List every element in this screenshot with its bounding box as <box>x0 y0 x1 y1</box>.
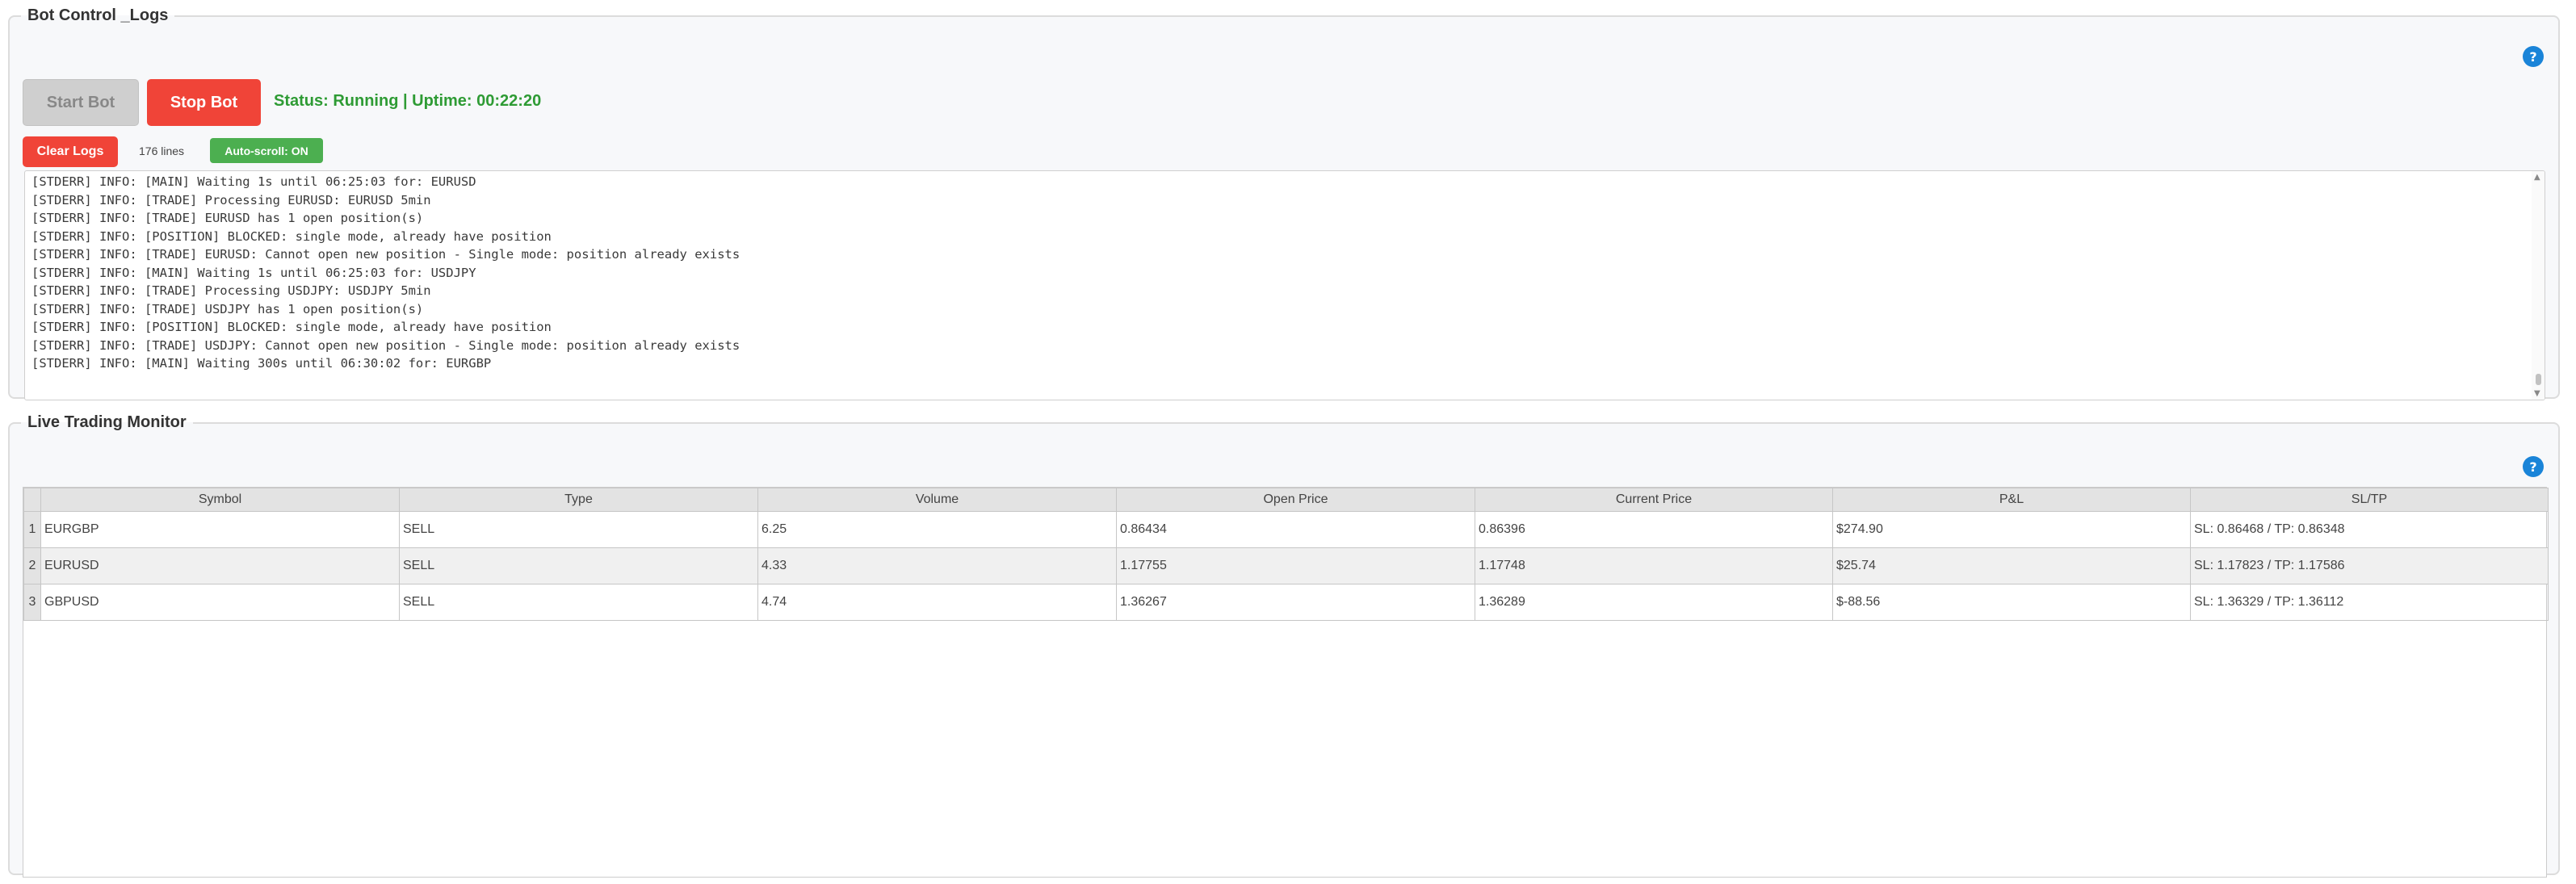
column-header[interactable]: SL/TP <box>2190 488 2549 512</box>
cell-type: SELL <box>399 584 758 621</box>
cell-symbol: EURUSD <box>40 547 400 584</box>
log-line-count: 176 lines <box>139 145 185 157</box>
cell-current: 1.36289 <box>1475 584 1833 621</box>
cell-sltp: SL: 1.36329 / TP: 1.36112 <box>2190 584 2549 621</box>
cell-current: 1.17748 <box>1475 547 1833 584</box>
column-header[interactable]: Current Price <box>1475 488 1833 512</box>
table-row[interactable]: 2 EURUSD SELL 4.33 1.17755 1.17748 $25.74 SL: 1… <box>23 547 2549 584</box>
cell-symbol: GBPUSD <box>40 584 400 621</box>
column-header[interactable]: Open Price <box>1116 488 1475 512</box>
row-index: 1 <box>23 511 41 548</box>
live-trading-monitor-panel: Live Trading Monitor ? Symbol Type Volum… <box>8 413 2560 878</box>
cell-pnl: $274.90 <box>1832 511 2191 548</box>
column-header[interactable]: Volume <box>757 488 1117 512</box>
bot-control-panel: Bot Control _Logs ? Start Bot Stop Bot S… <box>8 6 2560 400</box>
help-icon[interactable]: ? <box>2523 46 2544 67</box>
log-line: [STDERR] INFO: [MAIN] Waiting 300s until… <box>31 356 492 371</box>
log-lines: [STDERR] INFO: [MAIN] Waiting 1s until 0… <box>25 171 2545 373</box>
log-output[interactable]: [STDERR] INFO: [MAIN] Waiting 1s until 0… <box>24 170 2545 400</box>
auto-scroll-toggle[interactable]: Auto-scroll: ON <box>210 138 323 163</box>
cell-pnl: $25.74 <box>1832 547 2191 584</box>
table-row[interactable]: 3 GBPUSD SELL 4.74 1.36267 1.36289 $-88.56 SL: … <box>23 584 2549 621</box>
positions-table: Symbol Type Volume Open Price Current Pr… <box>23 488 2549 621</box>
cell-pnl: $-88.56 <box>1832 584 2191 621</box>
scroll-up-arrow-icon[interactable]: ▲ <box>2534 173 2540 182</box>
positions-table-container: Symbol Type Volume Open Price Current Pr… <box>23 487 2549 878</box>
start-bot-button[interactable]: Start Bot <box>23 79 139 126</box>
row-index: 3 <box>23 584 41 621</box>
cell-type: SELL <box>399 511 758 548</box>
clear-logs-button[interactable]: Clear Logs <box>23 136 118 167</box>
log-line: [STDERR] INFO: [POSITION] BLOCKED: singl… <box>31 228 552 244</box>
column-header[interactable]: Symbol <box>40 488 400 512</box>
row-index: 2 <box>23 547 41 584</box>
table-header-row: Symbol Type Volume Open Price Current Pr… <box>23 488 2549 512</box>
log-line: [STDERR] INFO: [TRADE] EURUSD: Cannot op… <box>31 247 740 262</box>
live-monitor-title: Live Trading Monitor <box>27 413 187 431</box>
cell-volume: 4.74 <box>757 584 1117 621</box>
log-line: [STDERR] INFO: [POSITION] BLOCKED: singl… <box>31 320 552 334</box>
cell-open: 1.17755 <box>1116 547 1475 584</box>
cell-volume: 4.33 <box>757 547 1117 584</box>
cell-volume: 6.25 <box>757 511 1117 548</box>
scroll-down-arrow-icon[interactable]: ▼ <box>2534 389 2540 398</box>
log-line: [STDERR] INFO: [TRADE] EURUSD has 1 open… <box>31 211 424 225</box>
positions-table-body: 1 EURGBP SELL 6.25 0.86434 0.86396 $274.90 SL: … <box>23 511 2549 621</box>
log-line: [STDERR] INFO: [TRADE] USDJPY: Cannot op… <box>31 337 740 353</box>
log-line: [STDERR] INFO: [MAIN] Waiting 1s until 0… <box>31 174 476 189</box>
column-header[interactable]: Type <box>399 488 758 512</box>
table-row[interactable]: 1 EURGBP SELL 6.25 0.86434 0.86396 $274.90 SL: … <box>23 511 2549 548</box>
cell-sltp: SL: 1.17823 / TP: 1.17586 <box>2190 547 2549 584</box>
stop-bot-button[interactable]: Stop Bot <box>147 79 261 126</box>
bot-control-title: Bot Control _Logs <box>27 6 169 24</box>
log-line: [STDERR] INFO: [TRADE] Processing EURUSD… <box>31 192 431 207</box>
log-line: [STDERR] INFO: [MAIN] Waiting 1s until 0… <box>31 265 476 280</box>
bot-status-text: Status: Running | Uptime: 00:22:20 <box>274 92 542 110</box>
cell-current: 0.86396 <box>1475 511 1833 548</box>
scroll-thumb[interactable] <box>2536 374 2541 385</box>
cell-type: SELL <box>399 547 758 584</box>
cell-sltp: SL: 0.86468 / TP: 0.86348 <box>2190 511 2549 548</box>
cell-open: 1.36267 <box>1116 584 1475 621</box>
log-line: [STDERR] INFO: [TRADE] USDJPY has 1 open… <box>31 301 424 316</box>
cell-open: 0.86434 <box>1116 511 1475 548</box>
log-line: [STDERR] INFO: [TRADE] Processing USDJPY… <box>31 283 431 298</box>
row-index-header <box>23 488 41 512</box>
log-scrollbar[interactable]: ▲ ▼ <box>2532 171 2545 400</box>
cell-symbol: EURGBP <box>40 511 400 548</box>
help-icon[interactable]: ? <box>2523 456 2544 477</box>
column-header[interactable]: P&L <box>1832 488 2191 512</box>
